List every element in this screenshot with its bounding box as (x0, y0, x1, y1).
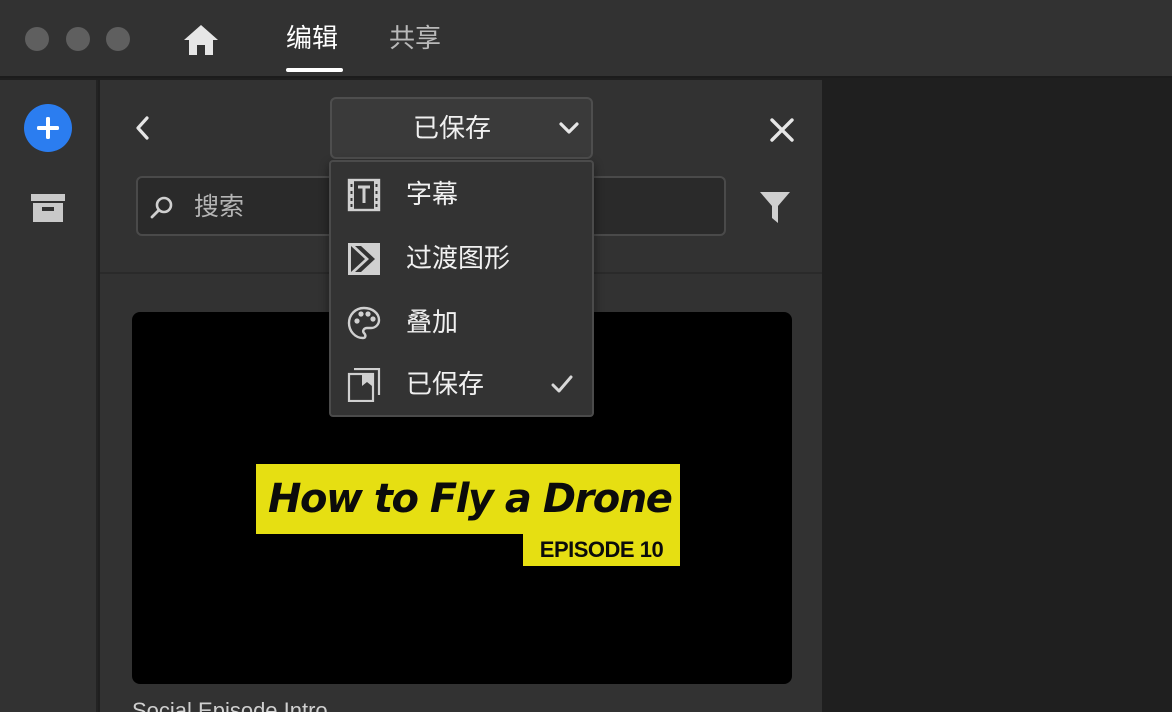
filter-icon (760, 192, 790, 223)
filter-button[interactable] (755, 188, 795, 228)
tab-edit[interactable]: 编辑 (286, 22, 338, 56)
menu-item-overlays[interactable]: 叠加 (331, 292, 592, 354)
add-button[interactable] (24, 104, 72, 152)
category-dropdown-menu: 字幕 过渡图形 叠加 已保存 (329, 160, 594, 417)
transition-icon (348, 243, 380, 275)
menu-item-label: 过渡图形 (406, 244, 511, 274)
close-panel-button[interactable] (764, 112, 800, 148)
checkmark-icon (551, 375, 573, 393)
left-rail (0, 80, 98, 712)
home-icon (184, 25, 218, 55)
active-tab-indicator (286, 68, 343, 72)
window-minimize-button[interactable] (66, 27, 90, 51)
preview-area (822, 80, 1172, 712)
close-icon (770, 118, 794, 142)
template-title: How to Fly a Drone (268, 476, 673, 522)
template-title-plate: How to Fly a Drone (256, 464, 680, 534)
archive-button[interactable] (28, 190, 68, 226)
menu-item-label: 叠加 (406, 308, 459, 338)
search-icon (150, 196, 173, 219)
palette-icon (347, 306, 381, 340)
home-button[interactable] (181, 22, 221, 58)
menu-item-saved[interactable]: 已保存 (331, 354, 592, 416)
saved-icon (347, 368, 381, 402)
archive-icon (31, 194, 65, 222)
top-bar: 编辑 共享 (0, 0, 1172, 78)
category-select-value: 已保存 (412, 114, 491, 144)
template-subtitle-plate: EPISODE 10 (523, 534, 680, 566)
title-icon (347, 178, 381, 212)
plus-icon (37, 117, 59, 139)
chevron-left-icon (136, 116, 149, 140)
tab-share[interactable]: 共享 (389, 22, 441, 56)
menu-item-label: 已保存 (406, 370, 485, 400)
category-select[interactable]: 已保存 (330, 97, 593, 159)
template-caption: Social Episode Intro (132, 698, 328, 712)
window-close-button[interactable] (25, 27, 49, 51)
window-zoom-button[interactable] (106, 27, 130, 51)
menu-item-transitions[interactable]: 过渡图形 (331, 228, 592, 290)
chevron-down-icon (559, 122, 579, 134)
back-button[interactable] (128, 112, 156, 144)
menu-item-label: 字幕 (406, 180, 459, 210)
menu-item-titles[interactable]: 字幕 (331, 164, 592, 226)
template-subtitle: EPISODE 10 (539, 537, 664, 562)
